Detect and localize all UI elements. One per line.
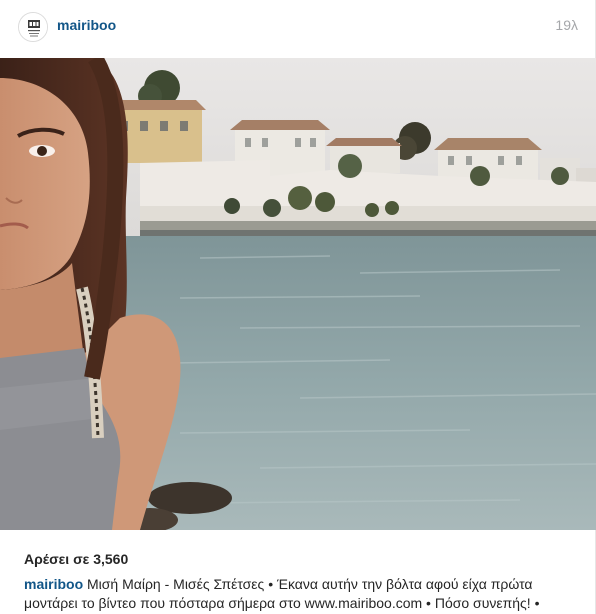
caption-text: Μισή Μαίρη - Μισές Σπέτσες • Έκανα αυτήν… [24,576,540,611]
instagram-post: mairiboo 19λ Αρέσει σε 3,560 mairiboo Μι… [0,0,596,614]
mairiboo-logo-icon [19,13,47,41]
post-username-link[interactable]: mairiboo [57,17,116,33]
post-header: mairiboo 19λ [0,0,596,58]
avatar[interactable] [18,12,48,42]
post-photo[interactable] [0,58,596,530]
caption-username-link[interactable]: mairiboo [24,576,83,592]
post-photo-image [0,58,596,530]
post-timestamp[interactable]: 19λ [555,17,578,33]
post-caption: mairiboo Μισή Μαίρη - Μισές Σπέτσες • Έκ… [24,575,584,613]
likes-count[interactable]: Αρέσει σε 3,560 [24,551,128,567]
